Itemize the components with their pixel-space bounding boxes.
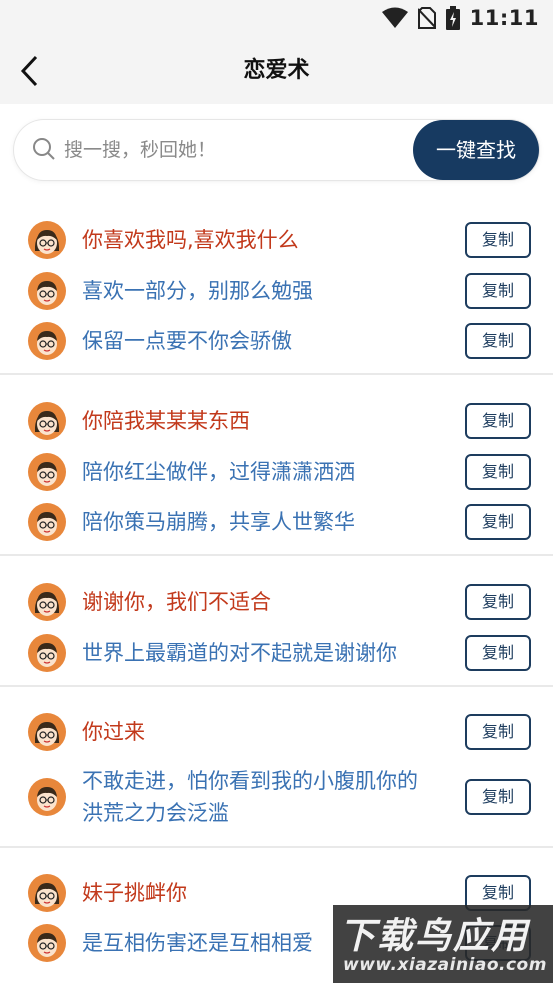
male-avatar-icon bbox=[28, 322, 66, 360]
phrase-text: 保留一点要不你会骄傲 bbox=[82, 325, 292, 357]
phrase-text-line: 你喜欢我吗,喜欢我什么 bbox=[82, 228, 299, 252]
search-input[interactable] bbox=[64, 120, 404, 180]
copy-button[interactable]: 复制 bbox=[465, 222, 531, 258]
back-button[interactable] bbox=[14, 51, 54, 91]
phrase-text-line: 陪你策马崩腾，共享人世繁华 bbox=[82, 510, 355, 534]
female-avatar-icon bbox=[28, 221, 66, 259]
copy-button[interactable]: 复制 bbox=[465, 635, 531, 671]
male-avatar-icon bbox=[28, 272, 66, 310]
phrase-text-line: 妹子挑衅你 bbox=[82, 881, 187, 905]
page-title: 恋爱术 bbox=[243, 58, 310, 83]
phrase-text-line: 保留一点要不你会骄傲 bbox=[82, 329, 292, 353]
phrase-text: 你喜欢我吗,喜欢我什么 bbox=[82, 224, 299, 256]
female-avatar-icon bbox=[28, 583, 66, 621]
group-divider bbox=[0, 373, 553, 375]
copy-button[interactable]: 复制 bbox=[465, 403, 531, 439]
status-bar: 11:11 bbox=[0, 0, 553, 38]
phrase-text-line: 不敢走进，怕你看到我的小腹肌你的 bbox=[82, 769, 418, 793]
phrase-text: 你过来 bbox=[82, 716, 145, 748]
phrase-text-line: 是互相伤害还是互相相爱 bbox=[82, 931, 313, 955]
copy-button[interactable]: 复制 bbox=[465, 714, 531, 750]
group-divider bbox=[0, 554, 553, 556]
phrase-text: 谢谢你，我们不适合 bbox=[82, 586, 271, 618]
phrase-text-line: 陪你红尘做伴，过得潇潇洒洒 bbox=[82, 460, 355, 484]
male-avatar-icon bbox=[28, 503, 66, 541]
status-time: 11:11 bbox=[469, 6, 539, 30]
no-sim-icon bbox=[417, 7, 436, 29]
male-avatar-icon bbox=[28, 778, 66, 816]
male-avatar-icon bbox=[28, 924, 66, 962]
female-avatar-icon bbox=[28, 402, 66, 440]
phrase-text: 是互相伤害还是互相相爱 bbox=[82, 927, 313, 959]
copy-button[interactable]: 复制 bbox=[465, 584, 531, 620]
phrase-text: 陪你策马崩腾，共享人世繁华 bbox=[82, 506, 355, 538]
phrase-text: 陪你红尘做伴，过得潇潇洒洒 bbox=[82, 456, 355, 488]
phrase-text-line: 世界上最霸道的对不起就是谢谢你 bbox=[82, 641, 397, 665]
phrase-text: 世界上最霸道的对不起就是谢谢你 bbox=[82, 637, 397, 669]
copy-button[interactable]: 复制 bbox=[465, 273, 531, 309]
chevron-left-icon bbox=[20, 55, 38, 87]
group-divider bbox=[0, 846, 553, 848]
phrase-text-line: 喜欢一部分，别那么勉强 bbox=[82, 279, 313, 303]
search-button[interactable]: 一键查找 bbox=[413, 120, 539, 180]
phrase-text: 不敢走进，怕你看到我的小腹肌你的 洪荒之力会泛滥 bbox=[82, 765, 418, 829]
female-avatar-icon bbox=[28, 874, 66, 912]
phrase-text-line: 你陪我某某某东西 bbox=[82, 409, 250, 433]
copy-button[interactable]: 复制 bbox=[465, 779, 531, 815]
watermark: 下载鸟应用 www.xiazainiao.com bbox=[333, 905, 553, 983]
status-icons: 11:11 bbox=[381, 6, 539, 30]
copy-button[interactable]: 复制 bbox=[465, 323, 531, 359]
phrase-text: 喜欢一部分，别那么勉强 bbox=[82, 275, 313, 307]
copy-button[interactable]: 复制 bbox=[465, 504, 531, 540]
phrase-text-line: 洪荒之力会泛滥 bbox=[82, 801, 229, 825]
phrase-text-line: 谢谢你，我们不适合 bbox=[82, 590, 271, 614]
male-avatar-icon bbox=[28, 453, 66, 491]
phrase-text: 你陪我某某某东西 bbox=[82, 405, 250, 437]
search-icon bbox=[33, 138, 55, 160]
male-avatar-icon bbox=[28, 634, 66, 672]
wifi-icon bbox=[381, 7, 408, 28]
watermark-url: www.xiazainiao.com bbox=[343, 955, 547, 975]
phrase-text-line: 你过来 bbox=[82, 720, 145, 744]
group-divider bbox=[0, 685, 553, 687]
female-avatar-icon bbox=[28, 713, 66, 751]
app-bar: 恋爱术 bbox=[0, 38, 553, 104]
watermark-title: 下载鸟应用 bbox=[339, 916, 530, 957]
search-bar: 一键查找 bbox=[14, 120, 539, 180]
copy-button[interactable]: 复制 bbox=[465, 454, 531, 490]
phrase-text: 妹子挑衅你 bbox=[82, 877, 187, 909]
battery-charging-icon bbox=[445, 6, 460, 30]
